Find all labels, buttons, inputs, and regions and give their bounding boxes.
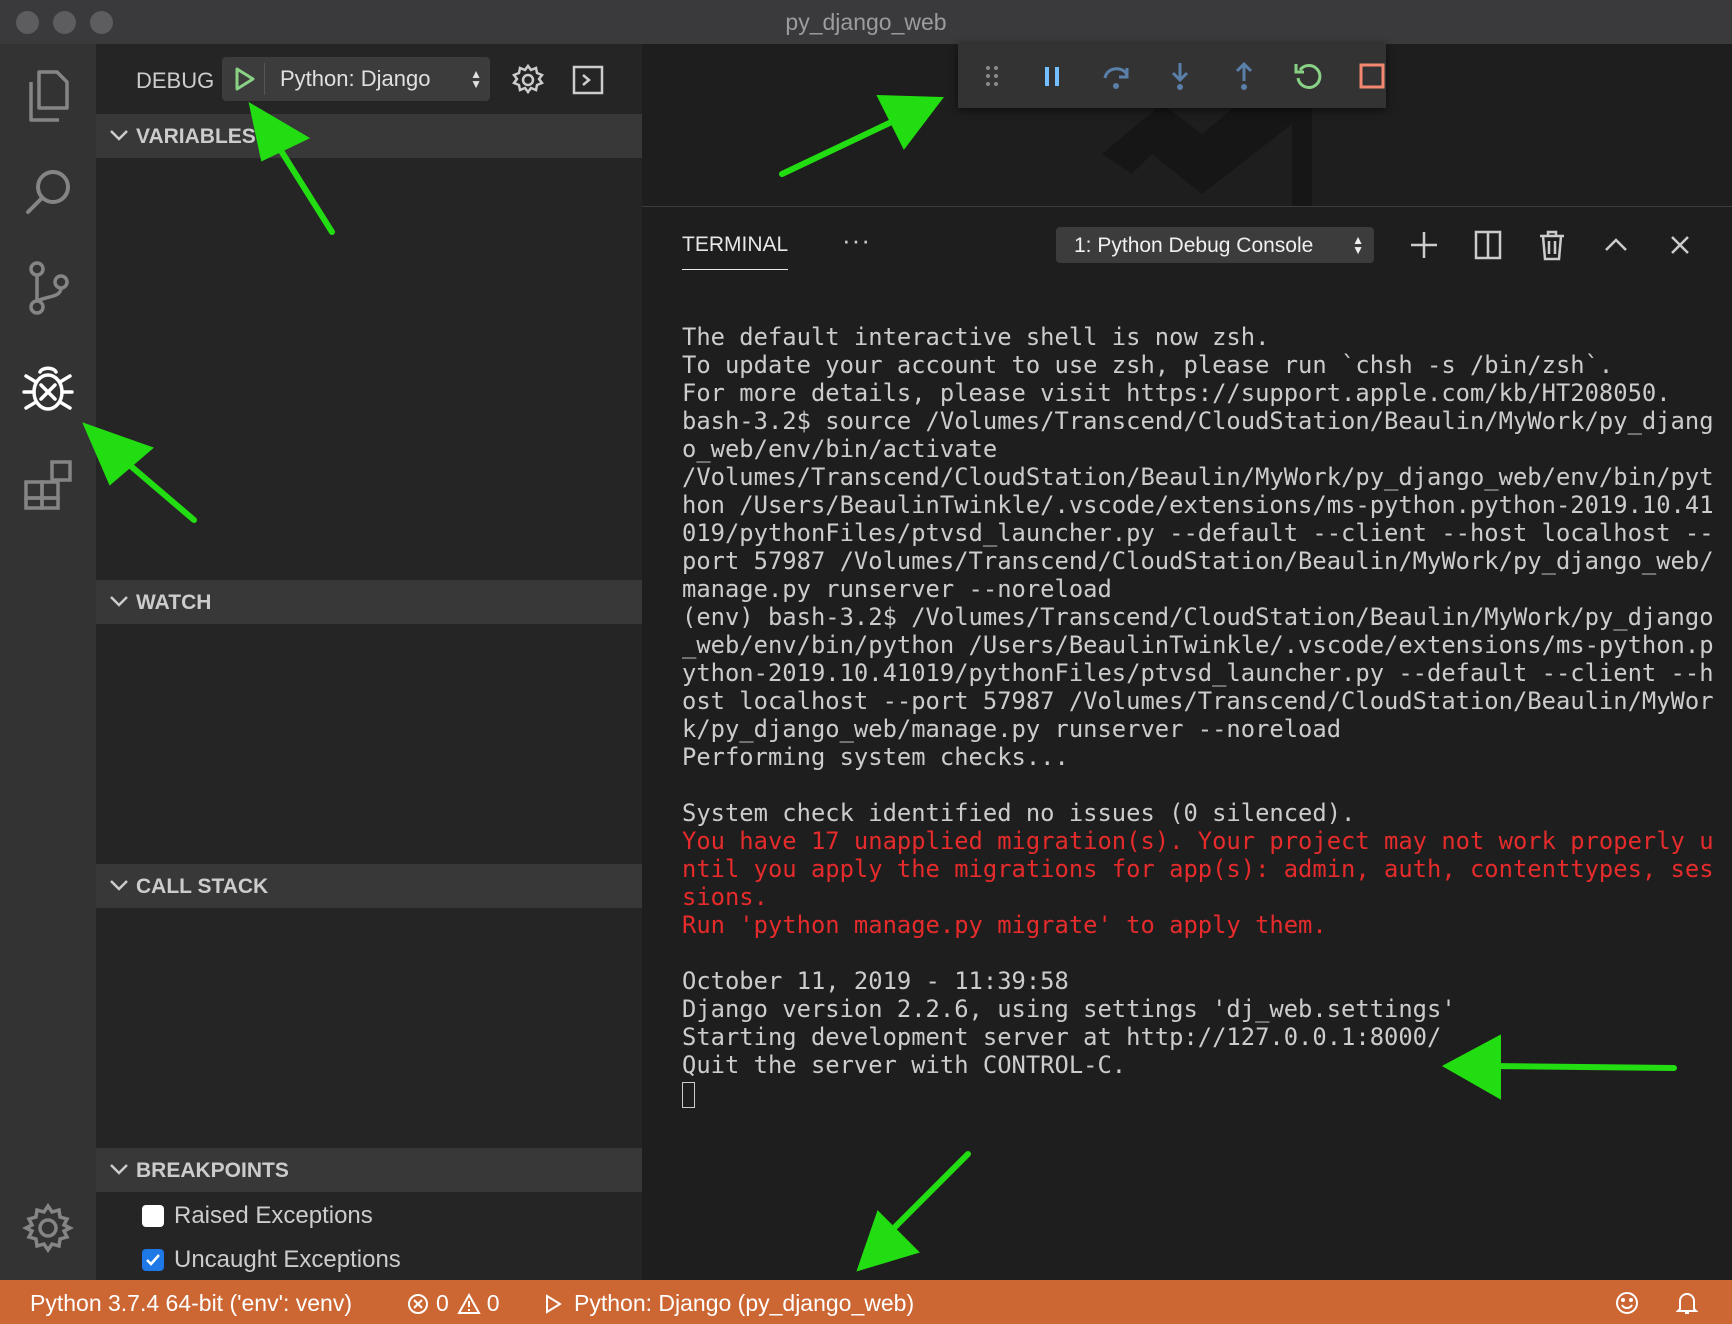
more-tabs-icon[interactable]: ··· (842, 225, 871, 256)
step-over-icon[interactable] (1100, 60, 1132, 92)
step-out-icon[interactable] (1228, 60, 1260, 92)
debug-toolbar: DEBUG Python: Django ▲ ▼ (96, 44, 642, 116)
search-icon[interactable] (18, 162, 78, 222)
terminal-instance-select[interactable]: 1: Python Debug Console ▲ ▼ (1056, 227, 1374, 263)
close-panel-icon[interactable] (1662, 227, 1698, 263)
migration-warning-text: You have 17 unapplied migration(s). Your… (682, 827, 1714, 939)
settings-gear-icon[interactable] (510, 62, 546, 98)
debug-session-status[interactable]: Python: Django (py_django_web) (542, 1290, 914, 1317)
watch-section-header[interactable]: WATCH (96, 580, 642, 624)
problems-status[interactable]: 0 0 (406, 1290, 500, 1317)
notifications-bell-icon[interactable] (1674, 1290, 1700, 1316)
debug-view-title: DEBUG (136, 68, 215, 93)
python-interpreter-status[interactable]: Python 3.7.4 64-bit ('env': venv) (30, 1290, 352, 1317)
floating-debug-toolbar (958, 44, 1386, 108)
terminal-cursor (682, 1081, 695, 1108)
chevron-down-icon (110, 1164, 128, 1175)
breakpoint-label: Raised Exceptions (174, 1202, 373, 1229)
feedback-smiley-icon[interactable] (1614, 1290, 1640, 1316)
status-bar: Python 3.7.4 64-bit ('env': venv) 0 0 Py… (0, 1280, 1732, 1324)
play-icon (546, 1293, 562, 1314)
chevron-down-icon (110, 130, 128, 141)
section-title: WATCH (136, 591, 212, 614)
checkbox-checked[interactable] (142, 1249, 164, 1271)
terminal-output[interactable]: The default interactive shell is now zsh… (682, 323, 1714, 1108)
section-title: BREAKPOINTS (136, 1159, 289, 1182)
divider (264, 63, 265, 95)
select-caret-icon: ▲ ▼ (470, 67, 482, 91)
window-title: py_django_web (785, 9, 947, 35)
step-into-icon[interactable] (1164, 60, 1196, 92)
activity-bar (0, 44, 96, 1280)
terminal-panel: TERMINAL ··· 1: Python Debug Console ▲ ▼ … (642, 206, 1732, 1281)
explorer-icon[interactable] (18, 66, 78, 126)
debug-sidebar: DEBUG Python: Django ▲▼ VARIABLES WATCH (96, 44, 642, 1280)
chevron-down-icon (110, 880, 128, 891)
checkmark-icon (146, 1254, 160, 1266)
error-count: 0 (436, 1290, 449, 1316)
warning-icon (457, 1292, 481, 1314)
gear-icon[interactable] (18, 1198, 78, 1258)
breakpoint-label: Uncaught Exceptions (174, 1246, 401, 1273)
breakpoint-uncaught-exceptions[interactable]: Uncaught Exceptions (142, 1242, 401, 1278)
variables-section-header[interactable]: VARIABLES (96, 114, 642, 158)
start-debugging-icon[interactable] (228, 63, 260, 95)
error-icon (408, 1293, 428, 1314)
stop-icon[interactable] (1356, 60, 1388, 92)
call-stack-section-header[interactable]: CALL STACK (96, 864, 642, 908)
terminal-text: October 11, 2019 - 11:39:58 Django versi… (682, 967, 1456, 1079)
debug-configuration-select[interactable]: Python: Django (280, 66, 430, 92)
drag-handle-icon[interactable] (976, 60, 1008, 92)
debug-icon[interactable] (18, 360, 78, 420)
title-bar: py_django_web (0, 0, 1732, 44)
warning-count: 0 (486, 1290, 500, 1316)
chevron-down-icon (110, 596, 128, 607)
debug-console-icon[interactable] (570, 62, 606, 98)
checkbox[interactable] (142, 1205, 164, 1227)
pause-icon[interactable] (1036, 60, 1068, 92)
section-title: CALL STACK (136, 875, 269, 898)
debug-configuration-group: Python: Django ▲ ▼ (222, 57, 490, 101)
tab-terminal[interactable]: TERMINAL (682, 233, 789, 270)
split-terminal-icon[interactable] (1470, 227, 1506, 263)
interpreter-label: Python 3.7.4 64-bit ('env': venv) (30, 1290, 353, 1316)
terminal-text: The default interactive shell is now zsh… (682, 323, 1714, 827)
kill-terminal-icon[interactable] (1534, 227, 1570, 263)
new-terminal-icon[interactable] (1406, 227, 1442, 263)
select-caret-icon: ▲ ▼ (1352, 233, 1364, 257)
breakpoints-section-header[interactable]: BREAKPOINTS (96, 1148, 642, 1192)
maximize-panel-icon[interactable] (1598, 227, 1634, 263)
section-title: VARIABLES (136, 125, 256, 148)
source-control-icon[interactable] (18, 258, 78, 318)
restart-icon[interactable] (1292, 60, 1324, 92)
terminal-select-value: 1: Python Debug Console (1074, 234, 1314, 257)
extensions-icon[interactable] (18, 454, 78, 514)
breakpoint-raised-exceptions[interactable]: Raised Exceptions (142, 1198, 373, 1234)
debug-session-label: Python: Django (py_django_web) (574, 1290, 915, 1316)
